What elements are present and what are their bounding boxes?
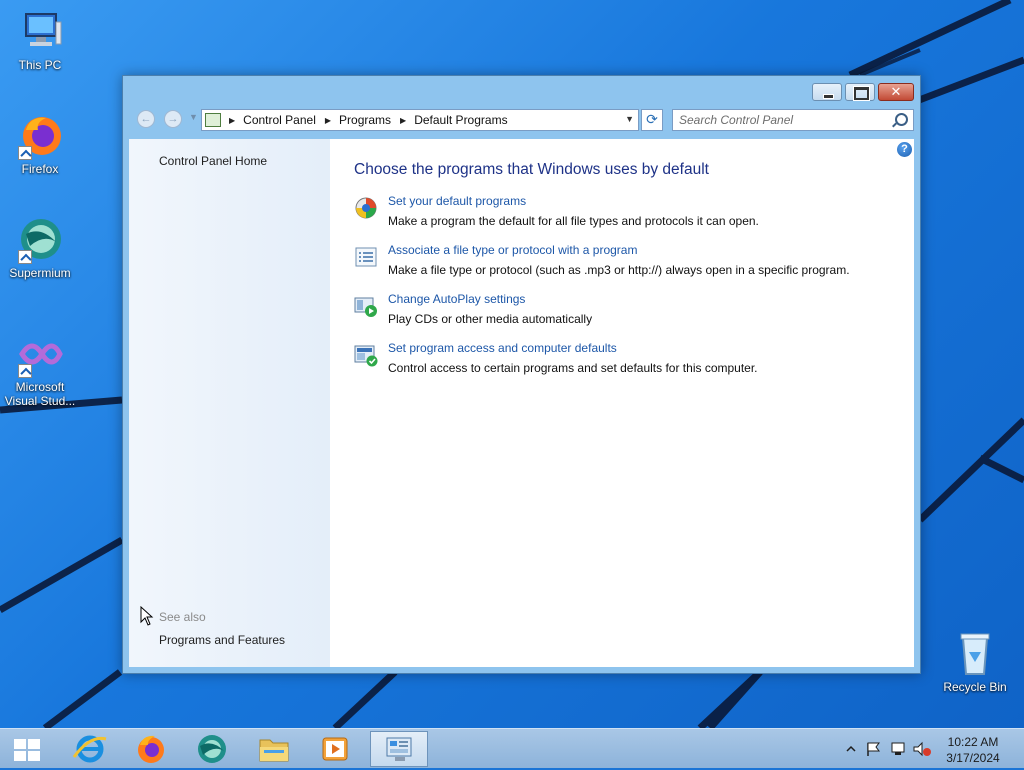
supermium-icon	[198, 735, 226, 763]
shortcut-arrow-icon	[18, 364, 32, 378]
default-programs-icon	[354, 196, 378, 220]
minimize-button[interactable]	[812, 83, 842, 101]
control-panel-window: ✕ ← → ▼ ▶ Control Panel ▶ Programs ▶ Def…	[122, 75, 921, 674]
task-associate-file-type: Associate a file type or protocol with a…	[354, 243, 894, 283]
search-icon[interactable]	[895, 113, 908, 126]
address-dropdown-icon[interactable]: ▼	[625, 114, 634, 124]
network-icon[interactable]	[891, 742, 905, 755]
task-link[interactable]: Associate a file type or protocol with a…	[388, 243, 637, 257]
help-icon[interactable]: ?	[897, 142, 912, 157]
visual-studio-icon	[16, 330, 64, 378]
volume-muted-icon[interactable]	[913, 741, 931, 757]
action-center-flag-icon[interactable]	[867, 742, 880, 756]
show-hidden-icons-icon[interactable]	[846, 745, 856, 752]
desktop-icon-label: Microsoft Visual Stud...	[4, 380, 76, 408]
breadcrumb-separator-icon[interactable]: ▶	[325, 116, 331, 125]
desktop-icon-label: This PC	[18, 58, 62, 72]
control-panel-home-link[interactable]: Control Panel Home	[159, 154, 267, 168]
breadcrumb-programs[interactable]: Programs	[339, 113, 391, 127]
desktop-icon-label: Supermium	[9, 266, 71, 280]
file-association-icon	[354, 245, 378, 269]
mouse-cursor-icon	[140, 606, 154, 626]
task-link[interactable]: Change AutoPlay settings	[388, 292, 525, 306]
firefox-icon	[16, 112, 64, 160]
task-description: Make a program the default for all file …	[388, 214, 759, 228]
media-player-icon	[322, 737, 348, 761]
autoplay-icon	[354, 294, 378, 318]
close-button[interactable]: ✕	[878, 83, 914, 101]
control-panel-icon	[205, 113, 221, 127]
task-program-access: Set program access and computer defaults…	[354, 341, 894, 381]
task-change-autoplay: Change AutoPlay settings Play CDs or oth…	[354, 292, 894, 332]
desktop-icon-label: Firefox	[21, 162, 59, 176]
computer-icon	[16, 8, 64, 56]
window-controls: ✕	[812, 83, 914, 102]
task-set-default-programs: Set your default programs Make a program…	[354, 194, 894, 234]
firefox-icon	[138, 735, 164, 763]
refresh-button[interactable]: ⟳	[641, 109, 663, 131]
taskbar-firefox[interactable]	[125, 731, 177, 767]
search-input[interactable]	[679, 111, 889, 129]
taskbar-media-player[interactable]	[309, 731, 361, 767]
task-description: Make a file type or protocol (such as .m…	[388, 263, 850, 277]
page-title: Choose the programs that Windows uses by…	[354, 161, 709, 178]
clock-time: 10:22 AM	[947, 735, 999, 749]
task-pane: Control Panel Home See also Programs and…	[129, 139, 330, 667]
desktop-icon-label: Recycle Bin	[943, 680, 1007, 694]
desktop-icon-recycle-bin[interactable]: Recycle Bin	[935, 630, 1015, 694]
desktop-icon-this-pc[interactable]: This PC	[0, 8, 80, 72]
recent-pages-dropdown[interactable]: ▼	[189, 112, 198, 122]
desktop-icon-firefox[interactable]: Firefox	[0, 112, 80, 176]
forward-button[interactable]: →	[164, 110, 182, 128]
breadcrumb-separator-icon[interactable]: ▶	[400, 116, 406, 125]
recycle-bin-icon	[951, 630, 999, 678]
breadcrumb-control-panel[interactable]: Control Panel	[243, 113, 316, 127]
breadcrumb-default-programs[interactable]: Default Programs	[414, 113, 507, 127]
programs-and-features-link[interactable]: Programs and Features	[159, 633, 285, 647]
desktop-icon-visual-studio[interactable]: Microsoft Visual Stud...	[0, 330, 80, 408]
desktop-icon-supermium[interactable]: Supermium	[0, 216, 80, 280]
address-bar[interactable]: ▶ Control Panel ▶ Programs ▶ Default Pro…	[201, 109, 639, 131]
taskbar-control-panel[interactable]	[370, 731, 428, 767]
system-tray	[844, 740, 934, 758]
internet-explorer-icon	[72, 735, 107, 763]
supermium-icon	[16, 216, 64, 264]
clock[interactable]: 10:22 AM 3/17/2024	[935, 734, 1011, 766]
navigation-bar: ← → ▼ ▶ Control Panel ▶ Programs ▶ Defau…	[129, 106, 914, 134]
breadcrumb-separator-icon[interactable]: ▶	[229, 116, 235, 125]
see-also-heading: See also	[159, 610, 206, 624]
taskbar: 10:22 AM 3/17/2024	[0, 728, 1024, 768]
search-box	[672, 109, 914, 131]
maximize-button[interactable]	[845, 83, 875, 101]
client-area: Control Panel Home See also Programs and…	[129, 139, 914, 667]
control-panel-icon	[386, 737, 412, 761]
program-access-icon	[354, 343, 378, 367]
close-icon: ✕	[890, 84, 902, 99]
back-button[interactable]: ←	[137, 110, 155, 128]
task-description: Play CDs or other media automatically	[388, 312, 593, 326]
start-button[interactable]	[14, 739, 40, 761]
taskbar-supermium[interactable]	[186, 731, 238, 767]
taskbar-file-explorer[interactable]	[248, 731, 300, 767]
task-description: Control access to certain programs and s…	[388, 361, 758, 375]
folder-icon	[259, 739, 289, 762]
shortcut-arrow-icon	[18, 250, 32, 264]
shortcut-arrow-icon	[18, 146, 32, 160]
taskbar-internet-explorer[interactable]	[64, 731, 116, 767]
task-link[interactable]: Set program access and computer defaults	[388, 341, 617, 355]
clock-date: 3/17/2024	[946, 751, 1000, 765]
task-link[interactable]: Set your default programs	[388, 194, 526, 208]
